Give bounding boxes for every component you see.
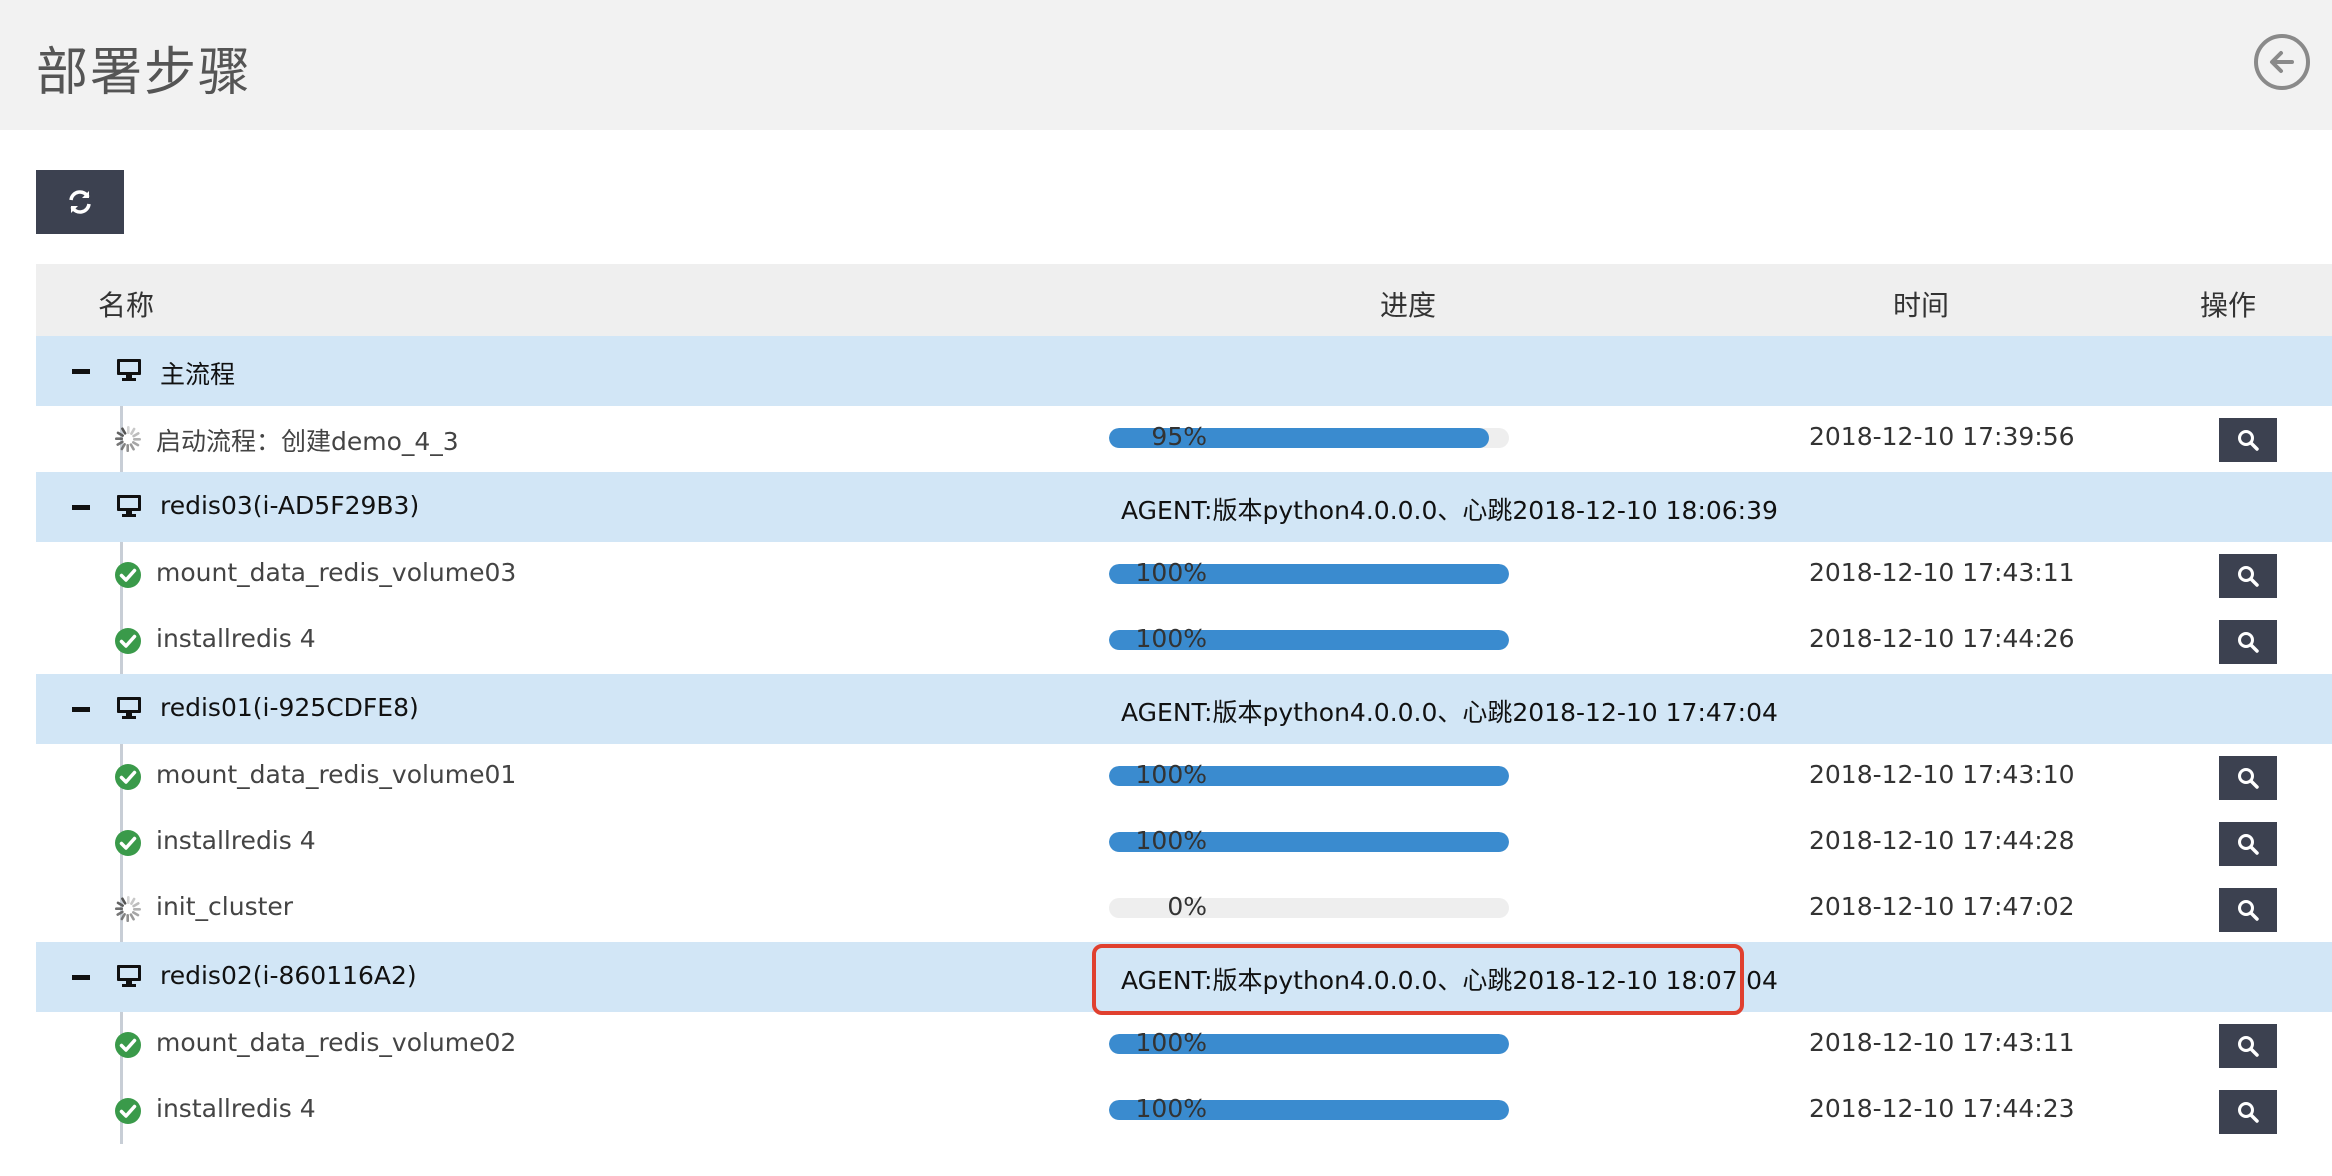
page-header: 部署步骤 (0, 0, 2332, 130)
task-time: 2018-12-10 17:43:11 (1809, 1028, 2075, 1057)
progress-percent: 95% (1151, 422, 1207, 451)
group-row: redis03(i-AD5F29B3) AGENT:版本python4.0.0.0… (36, 472, 2332, 542)
view-details-button[interactable] (2219, 554, 2277, 598)
task-time: 2018-12-10 17:44:23 (1809, 1094, 2075, 1123)
group-name: 主流程 (160, 360, 236, 389)
search-icon (2238, 1036, 2259, 1057)
search-icon (2238, 430, 2259, 451)
task-row: installredis 4 100% 2018-12-10 17:44:26 (36, 608, 2332, 674)
back-button[interactable] (2254, 34, 2310, 90)
task-time: 2018-12-10 17:47:02 (1809, 892, 2075, 921)
task-row: 启动流程：创建demo_4_3 95% 2018-12-10 17:39:56 (36, 406, 2332, 472)
task-row: mount_data_redis_volume02 100% 2018-12-10 … (36, 1012, 2332, 1078)
monitor-icon (117, 359, 141, 381)
task-row: mount_data_redis_volume03 100% 2018-12-10 … (36, 542, 2332, 608)
table-header: 名称 进度 时间 操作 (36, 264, 2332, 336)
column-header-progress: 进度 (1380, 289, 1437, 322)
task-name: mount_data_redis_volume03 (156, 558, 517, 587)
view-details-button[interactable] (2219, 1090, 2277, 1134)
task-row: init_cluster 0% 2018-12-10 17:47:02 (36, 876, 2332, 942)
success-icon (115, 628, 141, 654)
search-icon (2238, 834, 2259, 855)
progress-percent: 100% (1135, 826, 1207, 855)
search-icon (2238, 566, 2259, 587)
group-name: redis02(i-860116A2) (160, 961, 417, 990)
task-name: installredis 4 (156, 1094, 316, 1123)
success-icon (115, 1098, 141, 1124)
progress-percent: 100% (1135, 1028, 1207, 1057)
monitor-icon (117, 495, 141, 517)
search-icon (2238, 632, 2259, 653)
task-time: 2018-12-10 17:44:26 (1809, 624, 2075, 653)
task-row: installredis 4 100% 2018-12-10 17:44:23 (36, 1078, 2332, 1144)
task-name: mount_data_redis_volume01 (156, 760, 517, 789)
view-details-button[interactable] (2219, 822, 2277, 866)
agent-info: AGENT:版本python4.0.0.0、心跳2018-12-10 17:47… (1121, 698, 1778, 727)
task-name: installredis 4 (156, 826, 316, 855)
progress-percent: 0% (1167, 892, 1207, 921)
collapse-toggle-icon[interactable] (72, 975, 90, 980)
search-icon (2238, 768, 2259, 789)
progress-percent: 100% (1135, 1094, 1207, 1123)
refresh-button[interactable] (36, 170, 124, 234)
group-name: redis03(i-AD5F29B3) (160, 491, 420, 520)
table-body: 主流程启动流程：创建demo_4_3 95% 2018-12-10 17:39:56… (36, 336, 2332, 1144)
collapse-toggle-icon[interactable] (72, 707, 90, 712)
group-row: redis01(i-925CDFE8) AGENT:版本python4.0.0.0… (36, 674, 2332, 744)
view-details-button[interactable] (2219, 888, 2277, 932)
success-icon (115, 764, 141, 790)
task-name: init_cluster (156, 892, 294, 921)
page-title: 部署步骤 (36, 43, 253, 103)
loading-spinner-icon (115, 896, 141, 922)
task-time: 2018-12-10 17:43:10 (1809, 760, 2075, 789)
search-icon (2238, 900, 2259, 921)
task-name: installredis 4 (156, 624, 316, 653)
progress-percent: 100% (1135, 558, 1207, 587)
success-icon (115, 1032, 141, 1058)
view-details-button[interactable] (2219, 756, 2277, 800)
column-header-time: 时间 (1893, 289, 1950, 322)
column-header-name: 名称 (98, 289, 155, 322)
collapse-toggle-icon[interactable] (72, 369, 90, 374)
task-time: 2018-12-10 17:39:56 (1809, 422, 2075, 451)
loading-spinner-icon (115, 426, 141, 452)
task-row: mount_data_redis_volume01 100% 2018-12-10 … (36, 744, 2332, 810)
column-header-action: 操作 (2200, 289, 2257, 322)
refresh-icon (69, 190, 91, 214)
view-details-button[interactable] (2219, 620, 2277, 664)
group-name: redis01(i-925CDFE8) (160, 693, 419, 722)
task-time: 2018-12-10 17:44:28 (1809, 826, 2075, 855)
view-details-button[interactable] (2219, 1024, 2277, 1068)
agent-info: AGENT:版本python4.0.0.0、心跳2018-12-10 18:06… (1121, 496, 1778, 525)
collapse-toggle-icon[interactable] (72, 505, 90, 510)
progress-percent: 100% (1135, 624, 1207, 653)
task-name: mount_data_redis_volume02 (156, 1028, 517, 1057)
task-row: installredis 4 100% 2018-12-10 17:44:28 (36, 810, 2332, 876)
progress-percent: 100% (1135, 760, 1207, 789)
success-icon (115, 830, 141, 856)
search-icon (2238, 1102, 2259, 1123)
monitor-icon (117, 965, 141, 987)
view-details-button[interactable] (2219, 418, 2277, 462)
back-arrow-icon (2270, 51, 2294, 73)
highlight-box (1092, 944, 1744, 1015)
monitor-icon (117, 697, 141, 719)
task-time: 2018-12-10 17:43:11 (1809, 558, 2075, 587)
group-row: 主流程 (36, 336, 2332, 406)
task-name: 启动流程：创建demo_4_3 (156, 427, 459, 456)
success-icon (115, 562, 141, 588)
